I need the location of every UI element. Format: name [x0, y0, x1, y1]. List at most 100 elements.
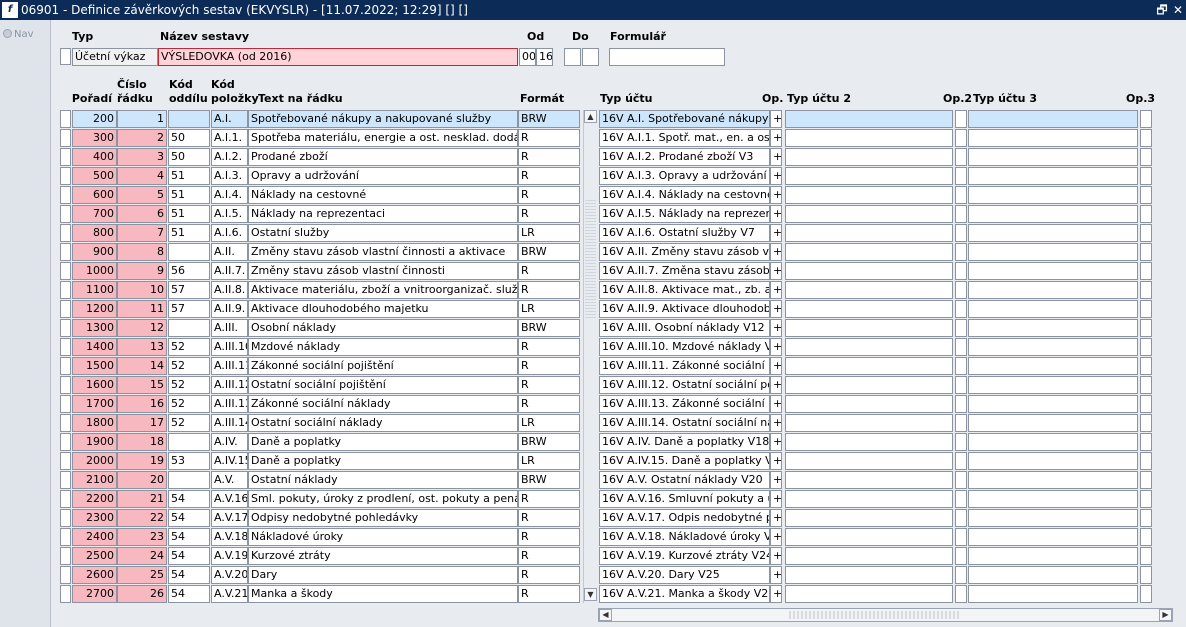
- typ-uctu-field[interactable]: 16V A.III.13. Zákonné sociální nákl: [599, 395, 770, 413]
- od-field-1[interactable]: 00: [519, 48, 536, 66]
- row-record-indicator[interactable]: [60, 319, 71, 337]
- kod-polozky-field[interactable]: A.II.7.: [211, 262, 248, 280]
- typ-field[interactable]: Účetní výkaz: [72, 48, 158, 66]
- text-na-radku-field[interactable]: Zákonné sociální pojištění: [248, 357, 518, 375]
- text-na-radku-field[interactable]: Opravy a udržování: [248, 167, 518, 185]
- poradi-field[interactable]: 2200: [72, 490, 117, 508]
- row-record-indicator[interactable]: [60, 490, 71, 508]
- cislo-radku-field[interactable]: 13: [117, 338, 167, 356]
- op2-field[interactable]: [955, 547, 967, 565]
- typ-uctu-field[interactable]: 16V A.III.11. Zákonné sociální pojiš: [599, 357, 770, 375]
- kod-oddilu-field[interactable]: 54: [168, 490, 210, 508]
- typ-uctu-3-field[interactable]: [968, 509, 1138, 527]
- cislo-radku-field[interactable]: 16: [117, 395, 167, 413]
- op2-field[interactable]: [955, 357, 967, 375]
- row-record-indicator[interactable]: [60, 186, 71, 204]
- typ-uctu-3-field[interactable]: [968, 110, 1138, 128]
- typ-uctu-3-field[interactable]: [968, 167, 1138, 185]
- row-record-indicator[interactable]: [60, 395, 71, 413]
- typ-uctu-3-field[interactable]: [968, 205, 1138, 223]
- op2-field[interactable]: [955, 319, 967, 337]
- row-record-indicator[interactable]: [60, 528, 71, 546]
- op-field[interactable]: +: [770, 547, 782, 565]
- typ-uctu-2-field[interactable]: [785, 243, 953, 261]
- poradi-field[interactable]: 1100: [72, 281, 117, 299]
- text-na-radku-field[interactable]: Kurzové ztráty: [248, 547, 518, 565]
- poradi-field[interactable]: 800: [72, 224, 117, 242]
- format-field[interactable]: BRW: [518, 471, 580, 489]
- kod-oddilu-field[interactable]: 52: [168, 338, 210, 356]
- typ-uctu-field[interactable]: 16V A.II.7. Změna stavu zásob vl.: [599, 262, 770, 280]
- op3-field[interactable]: [1140, 547, 1152, 565]
- format-field[interactable]: R: [518, 547, 580, 565]
- text-na-radku-field[interactable]: Daně a poplatky: [248, 452, 518, 470]
- format-field[interactable]: R: [518, 129, 580, 147]
- scroll-thumb-horizontal[interactable]: [789, 611, 959, 619]
- typ-uctu-3-field[interactable]: [968, 338, 1138, 356]
- text-na-radku-field[interactable]: Mzdové náklady: [248, 338, 518, 356]
- kod-oddilu-field[interactable]: 54: [168, 509, 210, 527]
- typ-uctu-field[interactable]: 16V A.V.18. Nákladové úroky V22: [599, 528, 770, 546]
- op2-field[interactable]: [955, 110, 967, 128]
- typ-uctu-3-field[interactable]: [968, 376, 1138, 394]
- op3-field[interactable]: [1140, 243, 1152, 261]
- text-na-radku-field[interactable]: Sml. pokuty, úroky z prodlení, ost. poku…: [248, 490, 518, 508]
- text-na-radku-field[interactable]: Manka a škody: [248, 585, 518, 603]
- cislo-radku-field[interactable]: 12: [117, 319, 167, 337]
- kod-oddilu-field[interactable]: 53: [168, 452, 210, 470]
- typ-uctu-2-field[interactable]: [785, 224, 953, 242]
- typ-uctu-field[interactable]: 16V A.V.20. Dary V25: [599, 566, 770, 584]
- row-record-indicator[interactable]: [60, 205, 71, 223]
- cislo-radku-field[interactable]: 3: [117, 148, 167, 166]
- poradi-field[interactable]: 300: [72, 129, 117, 147]
- typ-uctu-field[interactable]: 16V A.III.12. Ostatní sociální pojiště: [599, 376, 770, 394]
- scroll-left-icon[interactable]: ◀: [599, 609, 612, 621]
- cislo-radku-field[interactable]: 14: [117, 357, 167, 375]
- typ-uctu-2-field[interactable]: [785, 167, 953, 185]
- format-field[interactable]: LR: [518, 224, 580, 242]
- cislo-radku-field[interactable]: 9: [117, 262, 167, 280]
- vertical-scrollbar[interactable]: ▲ ▼: [583, 110, 597, 603]
- row-record-indicator[interactable]: [60, 300, 71, 318]
- op3-field[interactable]: [1140, 585, 1152, 603]
- typ-uctu-3-field[interactable]: [968, 452, 1138, 470]
- op2-field[interactable]: [955, 395, 967, 413]
- op2-field[interactable]: [955, 376, 967, 394]
- op3-field[interactable]: [1140, 376, 1152, 394]
- op3-field[interactable]: [1140, 471, 1152, 489]
- text-na-radku-field[interactable]: Ostatní náklady: [248, 471, 518, 489]
- typ-uctu-field[interactable]: 16V A.V. Ostatní náklady V20: [599, 471, 770, 489]
- poradi-field[interactable]: 200: [72, 110, 117, 128]
- poradi-field[interactable]: 1800: [72, 414, 117, 432]
- text-na-radku-field[interactable]: Ostatní sociální náklady: [248, 414, 518, 432]
- cislo-radku-field[interactable]: 2: [117, 129, 167, 147]
- op3-field[interactable]: [1140, 452, 1152, 470]
- typ-uctu-field[interactable]: 16V A.I.6. Ostatní služby V7: [599, 224, 770, 242]
- kod-oddilu-field[interactable]: [168, 110, 210, 128]
- op-field[interactable]: +: [770, 167, 782, 185]
- format-field[interactable]: BRW: [518, 433, 580, 451]
- op3-field[interactable]: [1140, 509, 1152, 527]
- kod-oddilu-field[interactable]: 51: [168, 224, 210, 242]
- typ-uctu-3-field[interactable]: [968, 357, 1138, 375]
- kod-polozky-field[interactable]: A.V.20: [211, 566, 248, 584]
- format-field[interactable]: R: [518, 509, 580, 527]
- typ-uctu-2-field[interactable]: [785, 205, 953, 223]
- typ-uctu-field[interactable]: 16V A.III. Osobní náklady V12: [599, 319, 770, 337]
- cislo-radku-field[interactable]: 21: [117, 490, 167, 508]
- op2-field[interactable]: [955, 490, 967, 508]
- kod-oddilu-field[interactable]: [168, 433, 210, 451]
- scroll-up-icon[interactable]: ▲: [584, 110, 597, 123]
- op3-field[interactable]: [1140, 528, 1152, 546]
- row-record-indicator[interactable]: [60, 148, 71, 166]
- op-field[interactable]: +: [770, 300, 782, 318]
- kod-polozky-field[interactable]: A.II.: [211, 243, 248, 261]
- op2-field[interactable]: [955, 281, 967, 299]
- op-field[interactable]: +: [770, 186, 782, 204]
- typ-uctu-2-field[interactable]: [785, 414, 953, 432]
- typ-uctu-3-field[interactable]: [968, 300, 1138, 318]
- typ-uctu-3-field[interactable]: [968, 319, 1138, 337]
- do-field-2[interactable]: [582, 48, 599, 66]
- typ-uctu-2-field[interactable]: [785, 262, 953, 280]
- text-na-radku-field[interactable]: Prodané zboží: [248, 148, 518, 166]
